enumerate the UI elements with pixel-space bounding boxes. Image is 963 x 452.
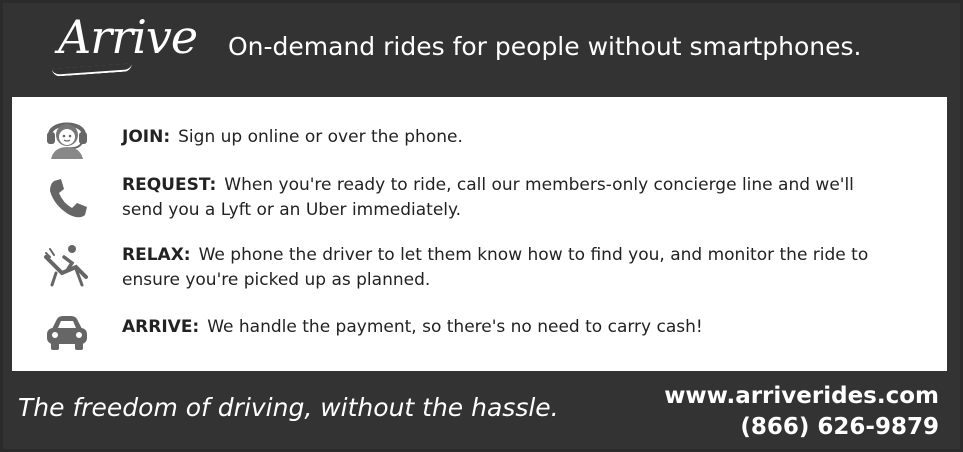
step-key: RELAX:: [122, 245, 191, 265]
footer: The freedom of driving, without the hass…: [0, 371, 963, 452]
step-text: ARRIVE: We handle the payment, so there's…: [122, 315, 882, 340]
logo-swash: [51, 63, 133, 77]
step-key: ARRIVE:: [122, 317, 200, 337]
phone-icon: [42, 175, 92, 221]
step-key: REQUEST:: [122, 175, 217, 195]
steps-panel: JOIN: Sign up online or over the phone. R…: [12, 97, 947, 371]
step-description: We phone the driver to let them know how…: [122, 245, 869, 290]
header: Arrive On-demand rides for people withou…: [0, 0, 963, 97]
step-description: Sign up online or over the phone.: [178, 127, 463, 147]
logo-text: Arrive: [58, 10, 198, 64]
step-text: RELAX: We phone the driver to let them kn…: [122, 243, 882, 293]
arrive-banner: Arrive On-demand rides for people withou…: [0, 0, 963, 452]
phone-number: (866) 626-9879: [740, 414, 939, 440]
step-text: JOIN: Sign up online or over the phone.: [122, 125, 882, 150]
slogan: The freedom of driving, without the hass…: [18, 393, 559, 422]
website-link[interactable]: www.arriverides.com: [664, 381, 939, 412]
step-description: When you're ready to ride, call our memb…: [122, 175, 854, 220]
step-description: We handle the payment, so there's no nee…: [207, 317, 703, 337]
arrive-logo: Arrive: [51, 10, 198, 77]
headset-operator-icon: [42, 113, 92, 159]
step-text: REQUEST: When you're ready to ride, call …: [122, 173, 882, 223]
tagline: On-demand rides for people without smart…: [228, 32, 862, 61]
lounge-chair-icon: [42, 243, 92, 289]
contact-info: www.arriverides.com (866) 626-9879: [664, 381, 939, 443]
step-key: JOIN:: [122, 127, 171, 147]
car-icon: [42, 311, 92, 357]
